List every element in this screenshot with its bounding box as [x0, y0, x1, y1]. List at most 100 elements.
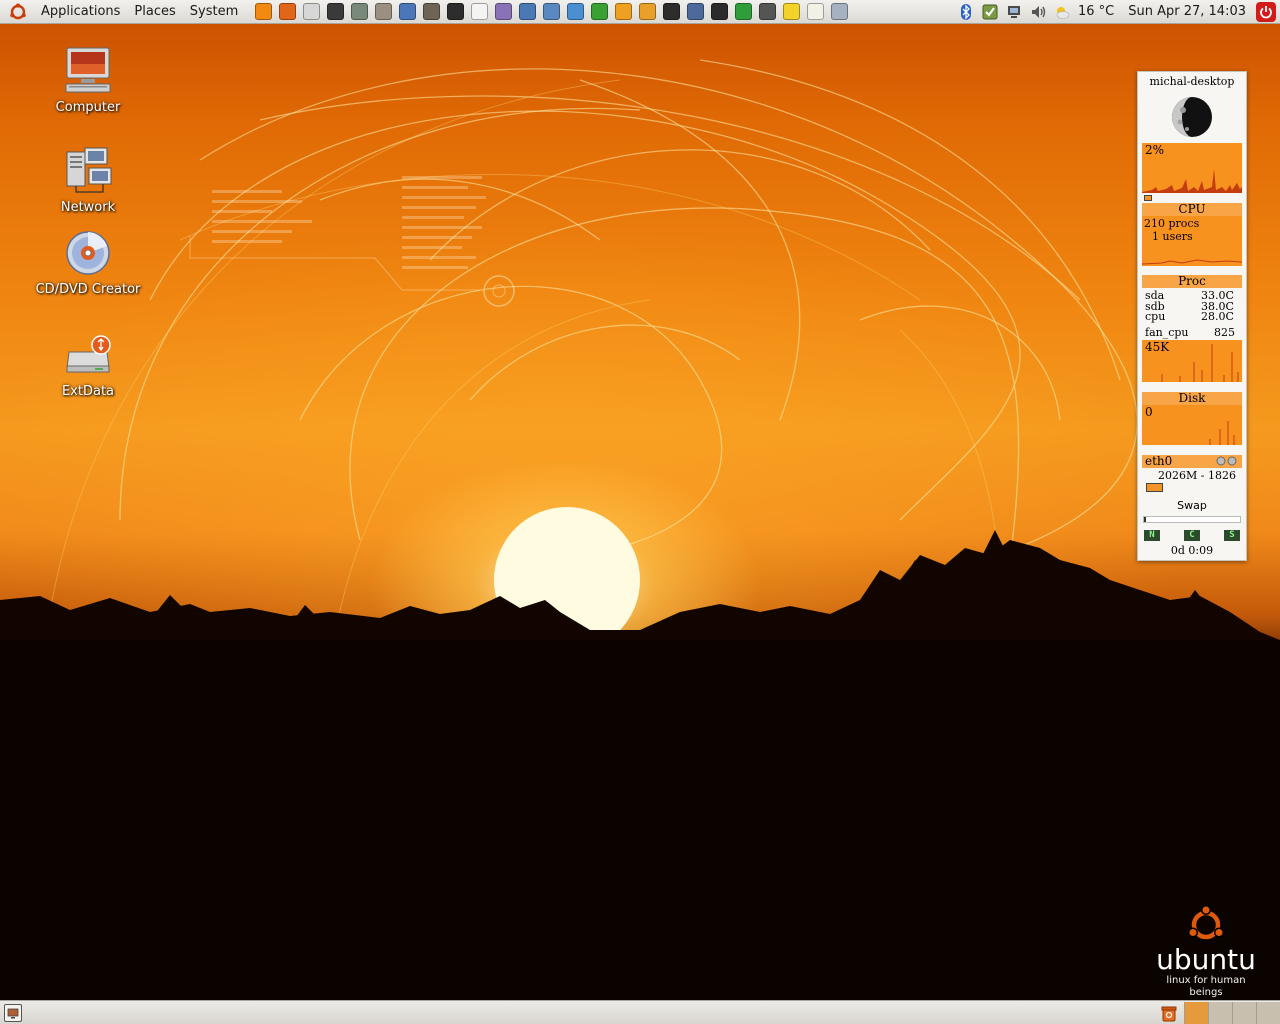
fan-value: 825: [1214, 326, 1235, 339]
memory-usage: 2026M - 1826: [1158, 469, 1236, 482]
temperature-text[interactable]: 16 °C: [1078, 4, 1114, 19]
conky-monitor: michal-desktop 2% CPU 210 procs 1 users …: [1137, 71, 1247, 561]
disk-title: Disk: [1142, 392, 1242, 405]
video-editor-icon-glyph: [662, 3, 680, 20]
workspace-3[interactable]: [1232, 1001, 1256, 1024]
calculator-icon[interactable]: [348, 2, 370, 22]
notes-icon-glyph: [782, 3, 800, 20]
remote-desktop-icon[interactable]: [516, 2, 538, 22]
network-icon: [63, 146, 113, 196]
ubuntu-wordmark: ubuntu: [1156, 943, 1256, 976]
conky-hostname: michal-desktop: [1149, 75, 1235, 88]
trash-icon[interactable]: [1158, 1002, 1180, 1024]
network-status-icon[interactable]: [1004, 2, 1024, 22]
proc-title: Proc: [1142, 275, 1242, 288]
qt-icon[interactable]: [732, 2, 754, 22]
fan-label: fan_cpu: [1145, 326, 1189, 339]
network-tool-icon[interactable]: [372, 2, 394, 22]
system-monitor-icon-glyph: [590, 3, 608, 20]
workspace-2[interactable]: [1208, 1001, 1232, 1024]
firefox-icon[interactable]: [276, 2, 298, 22]
tasks-icon[interactable]: [564, 2, 586, 22]
rhythmbox-icon-glyph: [614, 3, 632, 20]
volume-icon[interactable]: [1028, 2, 1048, 22]
uptime: 0d 0:09: [1170, 544, 1214, 557]
bluetooth-icon[interactable]: [956, 2, 976, 22]
inkscape-icon-glyph: [446, 3, 464, 20]
gimp-icon-glyph: [422, 3, 440, 20]
ubuntu-menu-icon[interactable]: [6, 1, 30, 23]
tasks-icon-glyph: [566, 3, 584, 20]
document-icon[interactable]: [468, 2, 490, 22]
status-cell: N: [1144, 530, 1160, 541]
scissors-icon-glyph: [710, 3, 728, 20]
applications-menu[interactable]: Applications: [34, 1, 127, 23]
pidgin-icon[interactable]: [492, 2, 514, 22]
disk-graph: 0: [1142, 405, 1242, 445]
cpu-graph: 2%: [1142, 143, 1242, 193]
scissors-icon[interactable]: [708, 2, 730, 22]
terminal-icon[interactable]: [324, 2, 346, 22]
eth-activity-icon: [1216, 456, 1238, 466]
places-menu[interactable]: Places: [127, 1, 182, 23]
brasero-icon-glyph: [638, 3, 656, 20]
printer-icon-glyph: [830, 3, 848, 20]
mail-icon[interactable]: [300, 2, 322, 22]
network-rate: 45K: [1145, 340, 1170, 354]
rhythmbox-icon[interactable]: [612, 2, 634, 22]
system-monitor-icon[interactable]: [588, 2, 610, 22]
show-desktop-icon: [7, 1008, 19, 1018]
brasero-icon[interactable]: [636, 2, 658, 22]
qt-icon-glyph: [734, 3, 752, 20]
disk-value: 0: [1145, 405, 1153, 419]
terminal-icon-glyph: [326, 3, 344, 20]
inkscape-icon[interactable]: [444, 2, 466, 22]
notes-icon[interactable]: [780, 2, 802, 22]
eth-label: eth0: [1145, 454, 1173, 468]
swap-title: Swap: [1177, 499, 1207, 512]
memory-bar: [1146, 483, 1163, 492]
pidgin-icon-glyph: [494, 3, 512, 20]
clock[interactable]: Sun Apr 27, 14:03: [1128, 4, 1246, 19]
desktop-icon-label: Computer: [55, 100, 121, 115]
weather-icon[interactable]: [1052, 2, 1072, 22]
desktop-icon-computer[interactable]: Computer: [23, 46, 153, 115]
power-icon: [1260, 5, 1272, 18]
system-menu[interactable]: System: [183, 1, 245, 23]
remote-desktop-icon-glyph: [518, 3, 536, 20]
desktop-icon-label: Network: [60, 200, 116, 215]
cpu-percent: 2%: [1145, 143, 1165, 157]
desktop-icon-network[interactable]: Network: [23, 146, 153, 215]
users-count: 1 users: [1152, 230, 1193, 243]
moon-phase-icon: [1171, 96, 1213, 138]
presentation-icon[interactable]: [684, 2, 706, 22]
camera-icon[interactable]: [756, 2, 778, 22]
sensor-name: cpu: [1145, 310, 1166, 323]
web-icon[interactable]: [396, 2, 418, 22]
shutdown-button[interactable]: [1256, 1, 1276, 22]
wallpaper-art: [0, 59, 1280, 1024]
presentation-icon-glyph: [686, 3, 704, 20]
status-cell: S: [1224, 530, 1240, 541]
gimp-icon[interactable]: [420, 2, 442, 22]
show-desktop-button[interactable]: [4, 1003, 22, 1022]
vlc-icon[interactable]: [252, 2, 274, 22]
desktop-icon-extdata[interactable]: ExtData: [23, 330, 153, 399]
cd-dvd-icon: [63, 228, 113, 278]
ubuntu-logo-icon: [1187, 905, 1225, 940]
update-notifier-icon[interactable]: [980, 2, 1000, 22]
printer-icon[interactable]: [828, 2, 850, 22]
vlc-icon-glyph: [254, 3, 272, 20]
network-manager-icon[interactable]: [540, 2, 562, 22]
desktop-icon-cd-dvd-creator[interactable]: CD/DVD Creator: [23, 228, 153, 297]
network-manager-icon-glyph: [542, 3, 560, 20]
video-editor-icon[interactable]: [660, 2, 682, 22]
procs-count: 210 procs: [1144, 217, 1200, 230]
workspace-1[interactable]: [1184, 1001, 1208, 1024]
desktop-wallpaper: [0, 0, 1280, 1024]
cpu-bar: [1144, 195, 1152, 201]
camera-icon-glyph: [758, 3, 776, 20]
workspace-4[interactable]: [1256, 1001, 1280, 1024]
text-editor-icon[interactable]: [804, 2, 826, 22]
computer-icon: [63, 46, 113, 96]
